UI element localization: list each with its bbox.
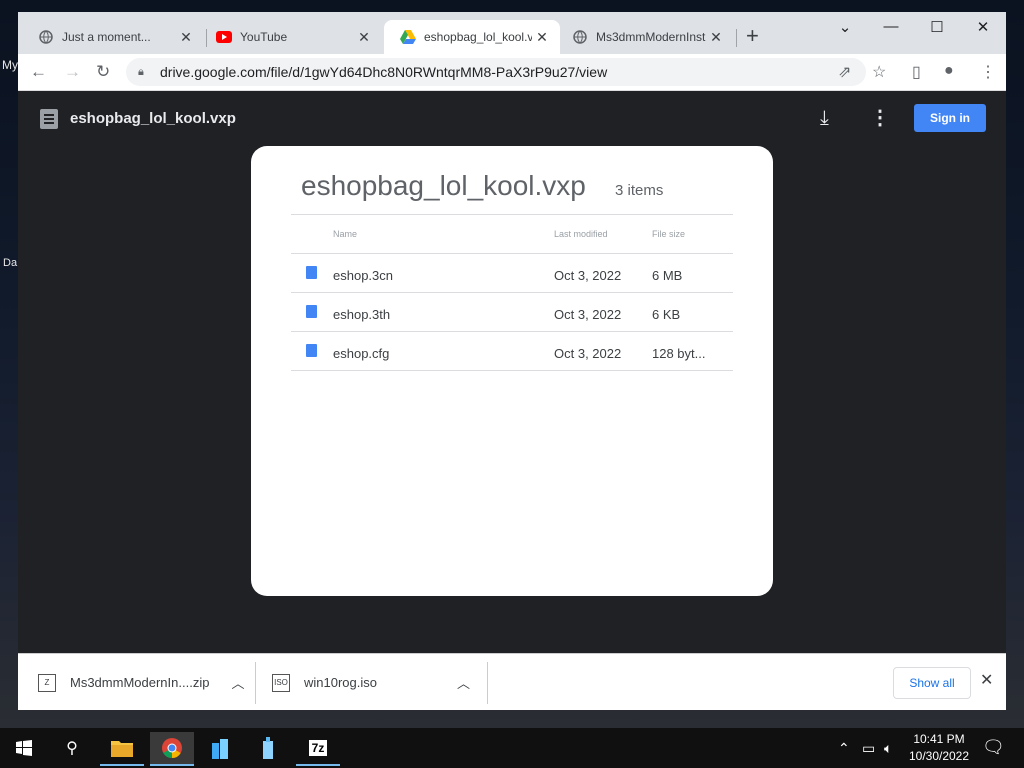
file-table: Name Last modified File size eshop.3cn O… (291, 214, 733, 371)
google-drive-icon (400, 29, 416, 45)
column-name: Name (333, 229, 358, 239)
7zip-label: 7z (308, 740, 328, 756)
address-bar[interactable]: 🔒︎ drive.google.com/file/d/1gwYd64Dhc8N0… (126, 58, 866, 86)
tab-just-a-moment[interactable]: Just a moment... ✕ (22, 20, 204, 54)
viewer-header: eshopbag_lol_kool.vxp ⤓ ⋮ (18, 91, 1006, 147)
back-button[interactable]: ← (30, 62, 47, 82)
tab-title: Just a moment... (62, 30, 151, 44)
shelf-divider (487, 662, 488, 704)
file-name: eshop.3cn (333, 268, 393, 283)
close-tab-icon[interactable]: ✕ (354, 29, 374, 46)
file-modified: Oct 3, 2022 (554, 346, 622, 361)
column-size: File size (652, 229, 686, 239)
file-size: 6 MB (652, 268, 683, 283)
file-name: eshop.cfg (333, 346, 390, 361)
close-tab-icon[interactable]: ✕ (706, 29, 726, 46)
app-buildings-icon[interactable] (198, 732, 242, 764)
file-size: 128 byt... (652, 346, 706, 361)
notification-icon[interactable]: 🗨︎ (982, 737, 1005, 758)
iso-file-icon: ISO (272, 673, 290, 692)
viewer-title: eshopbag_lol_kool.vxp (70, 110, 236, 127)
tab-title: eshopbag_lol_kool.vx (424, 30, 532, 44)
archive-preview-card: eshopbag_lol_kool.vxp 3 items Name Last … (251, 146, 773, 596)
tab-strip: Just a moment... ✕ YouTube ✕ eshopbag_lo… (18, 12, 1006, 54)
windows-start-icon[interactable] (2, 732, 46, 764)
chevron-up-icon[interactable]: ︿ (457, 673, 470, 692)
close-tab-icon[interactable]: ✕ (532, 29, 552, 46)
network-icon[interactable]: ▭ (862, 740, 875, 757)
profile-avatar-icon[interactable]: ● (944, 62, 954, 80)
minimize-button[interactable]: — (876, 18, 906, 35)
chrome-menu-icon[interactable]: ⋮ (980, 62, 996, 82)
forward-button[interactable]: → (64, 62, 81, 82)
browser-toolbar: ← → ↻ 🔒︎ drive.google.com/file/d/1gwYd64… (18, 54, 1006, 91)
file-size: 6 KB (652, 307, 681, 322)
side-panel-icon[interactable]: ▯ (912, 62, 921, 82)
show-all-button[interactable]: Show all (893, 667, 971, 699)
chrome-icon[interactable] (150, 732, 194, 766)
tab-divider (736, 29, 737, 47)
tab-title: YouTube (240, 30, 288, 44)
new-tab-button[interactable]: + (746, 25, 759, 47)
file-modified: Oct 3, 2022 (554, 307, 622, 322)
tab-google-drive[interactable]: eshopbag_lol_kool.vx ✕ (384, 20, 560, 54)
url-text: drive.google.com/file/d/1gwYd64Dhc8N0RWn… (160, 64, 608, 80)
file-icon (306, 344, 317, 357)
desktop-icon-label[interactable]: Da (3, 257, 17, 269)
clock-date: 10/30/2022 (908, 749, 970, 763)
bookmark-star-icon[interactable]: ☆ (872, 62, 886, 82)
file-icon (306, 305, 317, 318)
7zip-icon[interactable]: 7z (296, 732, 340, 766)
tab-title: Ms3dmmModernInst (596, 30, 706, 44)
app-tower-icon[interactable] (246, 732, 290, 764)
reload-button[interactable]: ↻ (96, 62, 110, 82)
browser-window: Just a moment... ✕ YouTube ✕ eshopbag_lo… (18, 12, 1006, 710)
column-modified: Last modified (554, 229, 608, 239)
file-name: eshop.3th (333, 307, 391, 322)
system-clock[interactable]: 10:41 PM 10/30/2022 (904, 731, 974, 765)
close-window-button[interactable]: ✕ (968, 18, 998, 36)
volume-icon[interactable]: 🔈︎ (884, 740, 892, 757)
desktop-icon-label[interactable]: My (2, 58, 18, 72)
tab-youtube[interactable]: YouTube ✕ (200, 20, 382, 54)
sign-in-button[interactable]: Sign in (914, 104, 986, 132)
close-shelf-icon[interactable]: ✕ (980, 670, 993, 690)
shelf-divider (255, 662, 256, 704)
tab-ms3dmm[interactable]: Ms3dmmModernInst ✕ (556, 20, 734, 54)
archive-title: eshopbag_lol_kool.vxp (301, 170, 586, 201)
table-row[interactable]: eshop.cfg Oct 3, 2022 128 byt... (291, 332, 733, 371)
download-item[interactable]: ISO win10rog.iso ︿ (272, 654, 486, 710)
zip-file-icon: Z (38, 673, 56, 692)
share-icon[interactable]: ⇗ (838, 62, 851, 82)
tab-search-icon[interactable]: ⌄ (830, 18, 860, 36)
globe-icon (572, 29, 588, 45)
globe-icon (38, 29, 54, 45)
clock-time: 10:41 PM (913, 732, 965, 746)
more-options-icon[interactable]: ⋮ (870, 105, 890, 130)
download-icon[interactable]: ⤓ (820, 107, 829, 130)
download-file-name: Ms3dmmModernIn....zip (70, 675, 210, 690)
chevron-up-icon[interactable]: ︿ (231, 673, 244, 692)
table-row[interactable]: eshop.3cn Oct 3, 2022 6 MB (291, 254, 733, 293)
close-tab-icon[interactable]: ✕ (176, 29, 196, 46)
document-icon (40, 109, 58, 129)
table-row[interactable]: eshop.3th Oct 3, 2022 6 KB (291, 293, 733, 332)
lock-icon[interactable]: 🔒︎ (138, 66, 150, 79)
chevron-up-icon[interactable]: ⌃ (838, 740, 850, 757)
taskbar: ⚲ 7z ⌃ ▭ 🔈︎ 10:41 PM 10/30/2022 🗨︎ (0, 728, 1024, 768)
search-icon[interactable]: ⚲ (50, 732, 94, 764)
youtube-icon (216, 29, 232, 45)
table-header: Name Last modified File size (291, 214, 733, 254)
download-file-name: win10rog.iso (304, 675, 377, 690)
maximize-button[interactable]: ☐ (922, 18, 952, 36)
download-shelf: Z Ms3dmmModernIn....zip ︿ ISO win10rog.i… (18, 653, 1006, 710)
item-count: 3 items (615, 182, 664, 199)
file-explorer-icon[interactable] (100, 732, 144, 766)
file-icon (306, 266, 317, 279)
download-item[interactable]: Z Ms3dmmModernIn....zip ︿ (38, 654, 256, 710)
file-modified: Oct 3, 2022 (554, 268, 622, 283)
